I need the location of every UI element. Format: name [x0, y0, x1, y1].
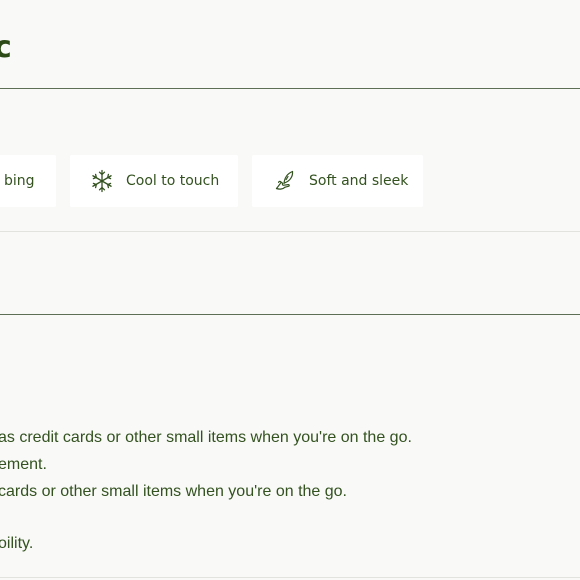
description-line: ement.	[0, 456, 47, 473]
feature-chip-cool-to-touch: Cool to touch	[70, 155, 238, 207]
feature-chip-soft-and-sleek: Soft and sleek	[252, 155, 423, 207]
section-heading: c	[0, 30, 12, 65]
feature-chip-partial: bing	[0, 155, 56, 207]
feature-label: Soft and sleek	[309, 173, 409, 189]
product-details-panel: c bing Cool to touch Soft and sleek as c…	[0, 0, 580, 580]
description-line: cards or other small items when you're o…	[0, 483, 347, 500]
feature-label: Cool to touch	[126, 173, 220, 189]
section-divider-light	[0, 577, 580, 578]
section-divider	[0, 314, 580, 315]
hand-feather-icon	[272, 168, 298, 194]
feature-label: bing	[4, 173, 35, 189]
description-line: as credit cards or other small items whe…	[0, 429, 412, 446]
section-divider	[0, 88, 580, 89]
section-divider-light	[0, 231, 580, 232]
snowflake-icon	[89, 168, 115, 194]
description-line: oility.	[0, 535, 34, 552]
